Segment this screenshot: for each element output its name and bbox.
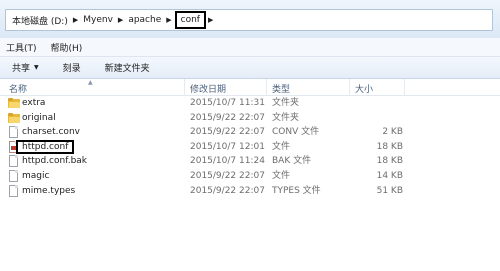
breadcrumb-item-conf[interactable]: conf xyxy=(174,11,206,29)
file-date: 2015/10/7 12:01 xyxy=(190,141,265,152)
menu-bar: 工具(T) 帮助(H) xyxy=(0,38,500,57)
chevron-down-icon: ▼ xyxy=(34,64,39,71)
file-icon xyxy=(9,155,18,168)
explorer-window: 本地磁盘 (D:) ▶ Myenv ▶ apache ▶ conf ▶ 工具(T… xyxy=(0,0,500,271)
file-type: 文件 xyxy=(272,141,291,152)
file-size: 18 KB xyxy=(376,156,403,167)
file-name: httpd.conf.bak xyxy=(22,156,88,167)
new-folder-button[interactable]: 新建文件夹 xyxy=(105,61,150,74)
folder-icon xyxy=(8,98,20,108)
column-type[interactable]: 类型 xyxy=(272,82,290,95)
breadcrumb-item-myenv[interactable]: Myenv xyxy=(80,15,116,25)
list-item[interactable]: mime.types 2015/9/22 22:07 TYPES 文件 51 K… xyxy=(0,184,500,199)
list-item[interactable]: charset.conv 2015/9/22 22:07 CONV 文件 2 K… xyxy=(0,125,500,140)
file-date: 2015/10/7 11:31 xyxy=(190,98,265,108)
file-date: 2015/9/22 22:07 xyxy=(190,112,265,123)
column-divider[interactable] xyxy=(266,79,267,96)
burn-button[interactable]: 刻录 xyxy=(63,61,81,74)
share-label: 共享 xyxy=(12,64,31,74)
file-name: magic xyxy=(22,170,50,181)
new-folder-label: 新建文件夹 xyxy=(104,64,150,74)
list-item[interactable]: httpd.conf.bak 2015/10/7 11:24 BAK 文件 18… xyxy=(0,154,500,169)
column-divider[interactable] xyxy=(349,79,350,96)
file-type: 文件 xyxy=(272,170,291,181)
file-name: original xyxy=(22,112,56,123)
command-bar: 共享 ▼ 刻录 新建文件夹 xyxy=(0,57,500,79)
list-item[interactable]: httpd.conf 2015/10/7 12:01 文件 18 KB xyxy=(0,139,500,155)
column-name[interactable]: 名称 xyxy=(9,82,27,95)
file-type: 文件夹 xyxy=(272,98,300,108)
column-divider[interactable] xyxy=(404,79,405,96)
file-icon xyxy=(9,126,18,139)
file-type: TYPES 文件 xyxy=(272,185,321,196)
list-item[interactable]: extra 2015/10/7 11:31 文件夹 xyxy=(0,96,500,111)
share-button[interactable]: 共享 ▼ xyxy=(12,61,39,74)
address-bar: 本地磁盘 (D:) ▶ Myenv ▶ apache ▶ conf ▶ xyxy=(0,0,500,38)
column-divider[interactable] xyxy=(184,79,185,96)
menu-tools[interactable]: 工具(T) xyxy=(6,41,37,54)
list-item[interactable]: original 2015/9/22 22:07 文件夹 xyxy=(0,111,500,126)
chevron-right-icon[interactable]: ▶ xyxy=(116,16,125,24)
file-date: 2015/10/7 11:24 xyxy=(190,156,265,167)
file-date: 2015/9/22 22:07 xyxy=(190,170,265,181)
chevron-right-icon[interactable]: ▶ xyxy=(164,16,173,24)
file-size: 2 KB xyxy=(382,127,403,138)
file-size: 18 KB xyxy=(376,141,403,152)
chevron-right-icon[interactable]: ▶ xyxy=(71,16,80,24)
breadcrumb-item-apache[interactable]: apache xyxy=(125,15,164,25)
chevron-right-icon[interactable]: ▶ xyxy=(206,16,215,24)
menu-help[interactable]: 帮助(H) xyxy=(51,41,83,54)
file-size: 14 KB xyxy=(376,170,403,181)
burn-label: 刻录 xyxy=(62,64,81,74)
file-list: extra 2015/10/7 11:31 文件夹 original 2015/… xyxy=(0,96,500,198)
file-icon xyxy=(9,184,18,197)
column-size[interactable]: 大小 xyxy=(355,82,373,95)
file-type: BAK 文件 xyxy=(272,156,312,167)
column-date[interactable]: 修改日期 xyxy=(190,82,226,95)
file-icon xyxy=(9,169,18,182)
file-type: CONV 文件 xyxy=(272,127,320,138)
file-name: mime.types xyxy=(22,185,76,196)
file-name: charset.conv xyxy=(22,127,80,138)
file-date: 2015/9/22 22:07 xyxy=(190,127,265,138)
file-name: httpd.conf xyxy=(16,139,75,154)
list-item[interactable]: magic 2015/9/22 22:07 文件 14 KB xyxy=(0,169,500,184)
breadcrumb-item-drive[interactable]: 本地磁盘 (D:) xyxy=(9,14,71,27)
file-size: 51 KB xyxy=(376,185,403,196)
file-type: 文件夹 xyxy=(272,112,300,123)
folder-icon xyxy=(8,112,20,123)
file-date: 2015/9/22 22:07 xyxy=(190,185,265,196)
sort-up-icon: ▲ xyxy=(88,79,93,86)
column-header: ▲ 名称 修改日期 类型 大小 xyxy=(0,79,500,96)
file-name: extra xyxy=(22,98,46,108)
breadcrumb[interactable]: 本地磁盘 (D:) ▶ Myenv ▶ apache ▶ conf ▶ xyxy=(5,9,493,31)
highlighted-file-name: httpd.conf xyxy=(16,139,75,154)
